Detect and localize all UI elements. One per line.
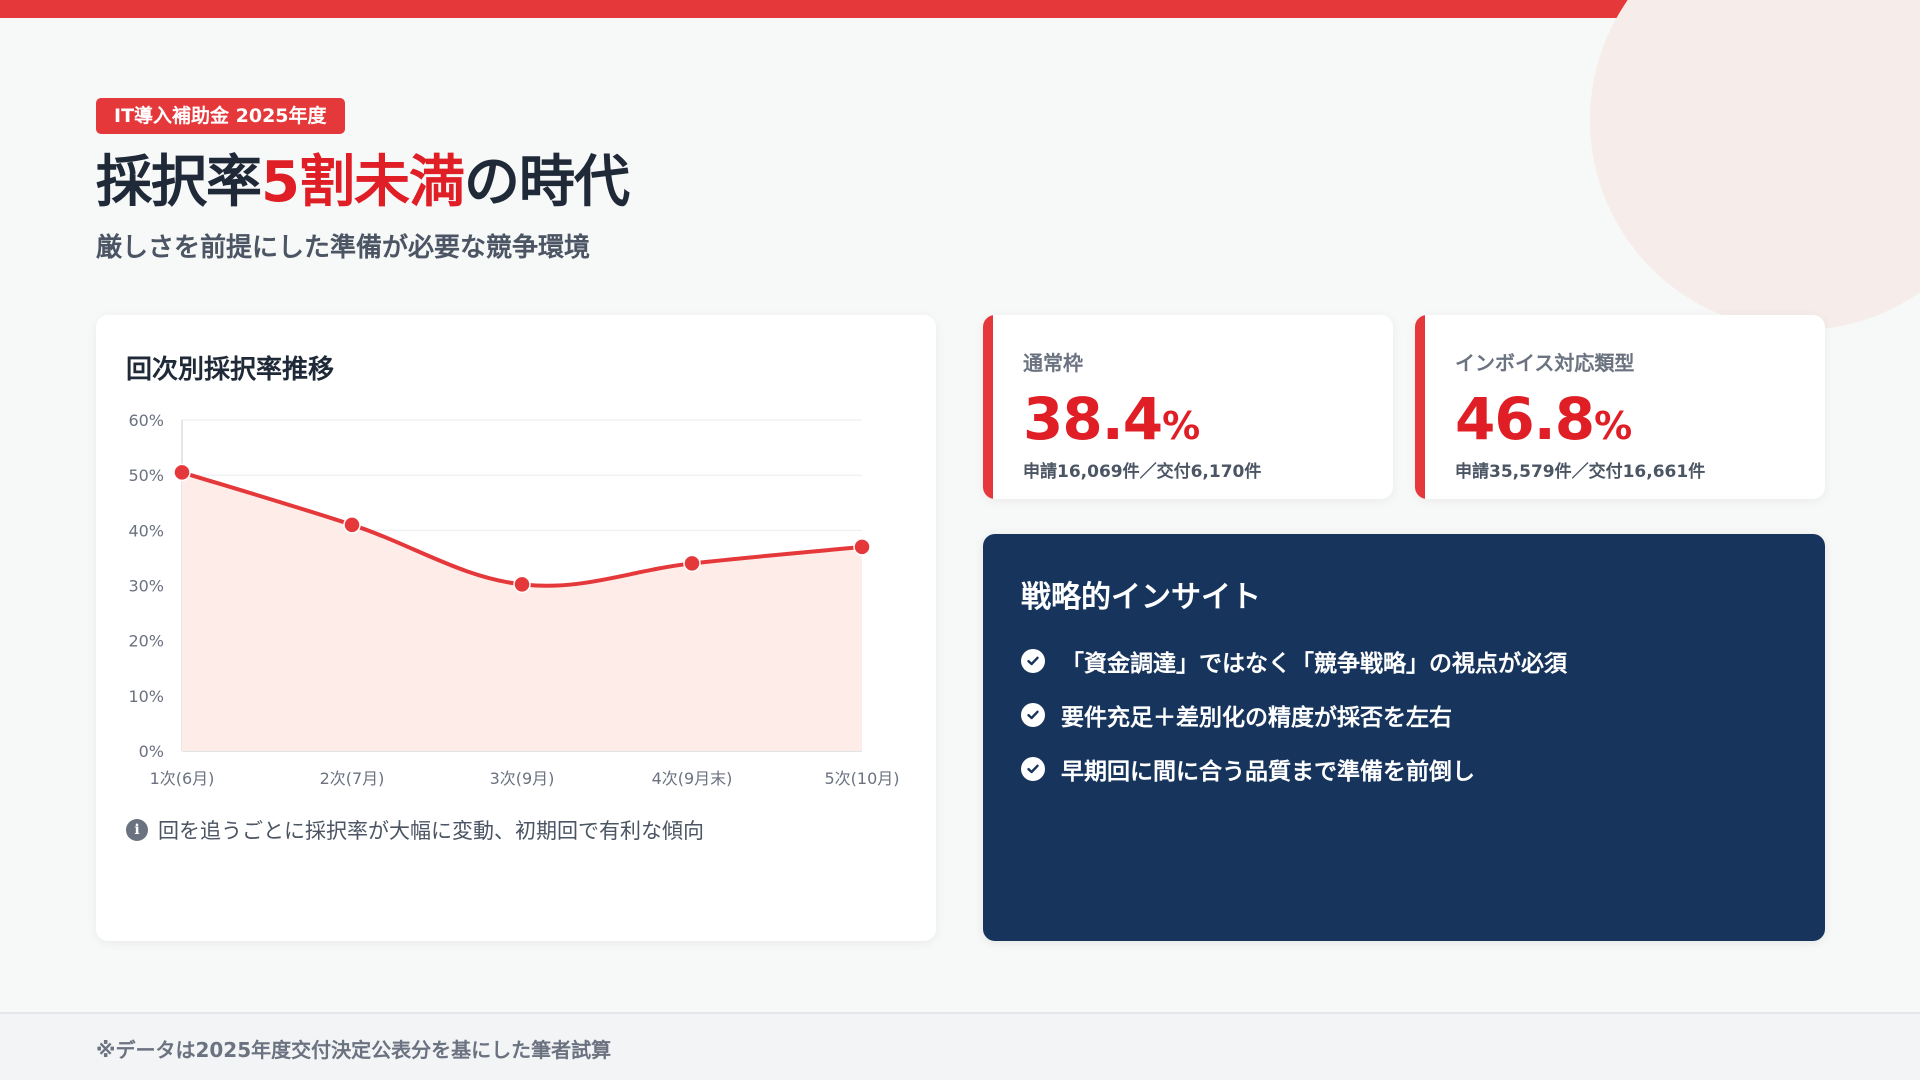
chart-note-text: 回を追うごとに採択率が大幅に変動、初期回で有利な傾向 — [158, 819, 704, 843]
insight-list: 「資金調達」ではなく「競争戦略」の視点が必須 要件充足＋差別化の精度が採否を左右… — [1021, 634, 1567, 796]
y-tick-label: 30% — [128, 577, 164, 596]
insight-item: 早期回に間に合う品質まで準備を前倒し — [1021, 742, 1567, 796]
x-tick-label: 2次(7月) — [320, 769, 385, 788]
stat-card-invoice: インボイス対応類型 46.8% 申請35,579件／交付16,661件 — [1415, 315, 1825, 499]
data-point — [853, 538, 871, 556]
x-tick-label: 3次(9月) — [490, 769, 555, 788]
footer-note: ※データは2025年度交付決定公表分を基にした筆者試算 — [96, 1038, 612, 1062]
data-point — [513, 575, 531, 594]
slide: IT導入補助金 2025年度 採択率5割未満の時代 厳しさを前提にした準備が必要… — [0, 0, 1920, 1080]
insight-card: 戦略的インサイト 「資金調達」ではなく「競争戦略」の視点が必須 要件充足＋差別化… — [983, 534, 1825, 941]
info-icon: i — [126, 819, 148, 841]
stat-value: 38.4% — [1023, 385, 1200, 460]
insight-title: 戦略的インサイト — [1021, 580, 1261, 615]
insight-item-text: 要件充足＋差別化の精度が採否を左右 — [1061, 705, 1452, 731]
check-circle-icon — [1021, 703, 1045, 727]
y-tick-label: 10% — [128, 687, 164, 706]
x-tick-label: 5次(10月) — [824, 769, 899, 788]
stat-accent-bar — [983, 315, 993, 499]
stat-detail: 申請16,069件／交付6,170件 — [1023, 462, 1262, 482]
insight-item-text: 「資金調達」ではなく「競争戦略」の視点が必須 — [1061, 651, 1567, 677]
title-pre: 採択率 — [96, 150, 262, 215]
data-point — [683, 554, 701, 573]
check-circle-icon — [1021, 649, 1045, 673]
insight-item: 「資金調達」ではなく「競争戦略」の視点が必須 — [1021, 634, 1567, 688]
x-tick-label: 4次(9月末) — [652, 769, 733, 788]
chart-note: i 回を追うごとに採択率が大幅に変動、初期回で有利な傾向 — [126, 815, 704, 845]
title-accent: 5割未満 — [261, 150, 465, 215]
x-tick-label: 1次(6月) — [150, 769, 215, 788]
stat-number: 38.4 — [1023, 385, 1163, 453]
title-post: の時代 — [463, 150, 630, 215]
stat-unit: % — [1162, 404, 1200, 448]
page-title: 採択率5割未満の時代 — [96, 148, 630, 218]
stat-accent-bar — [1415, 315, 1425, 499]
footer: ※データは2025年度交付決定公表分を基にした筆者試算 — [0, 1012, 1920, 1080]
insight-item-text: 早期回に間に合う品質まで準備を前倒し — [1061, 759, 1475, 785]
chart-card: 回次別採択率推移 0% 10% 20% 30% 40% 50% 60% 1次(6月) 2次(7月… — [96, 315, 936, 941]
stat-unit: % — [1594, 404, 1632, 448]
line-chart: 0% 10% 20% 30% 40% 50% 60% 1次(6月) 2次(7月) 3次(9月) 4次… — [128, 411, 899, 788]
y-tick-label: 20% — [128, 632, 164, 651]
stat-label: インボイス対応類型 — [1455, 351, 1635, 375]
area-fill — [182, 472, 862, 751]
y-tick-label: 50% — [128, 466, 164, 485]
insight-item: 要件充足＋差別化の精度が採否を左右 — [1021, 688, 1567, 742]
page-subtitle: 厳しさを前提にした準備が必要な競争環境 — [96, 233, 591, 263]
data-point — [173, 463, 191, 482]
y-tick-label: 0% — [139, 742, 164, 761]
y-tick-label: 60% — [128, 411, 164, 430]
stat-value: 46.8% — [1455, 385, 1632, 460]
stat-number: 46.8 — [1455, 385, 1595, 453]
stat-detail: 申請35,579件／交付16,661件 — [1455, 462, 1706, 482]
y-tick-label: 40% — [128, 521, 164, 540]
decorative-circle — [1590, 0, 1920, 330]
stat-label: 通常枠 — [1023, 351, 1083, 375]
data-point — [343, 516, 361, 534]
check-circle-icon — [1021, 757, 1045, 781]
category-tag: IT導入補助金 2025年度 — [96, 98, 345, 134]
stat-card-standard: 通常枠 38.4% 申請16,069件／交付6,170件 — [983, 315, 1393, 499]
